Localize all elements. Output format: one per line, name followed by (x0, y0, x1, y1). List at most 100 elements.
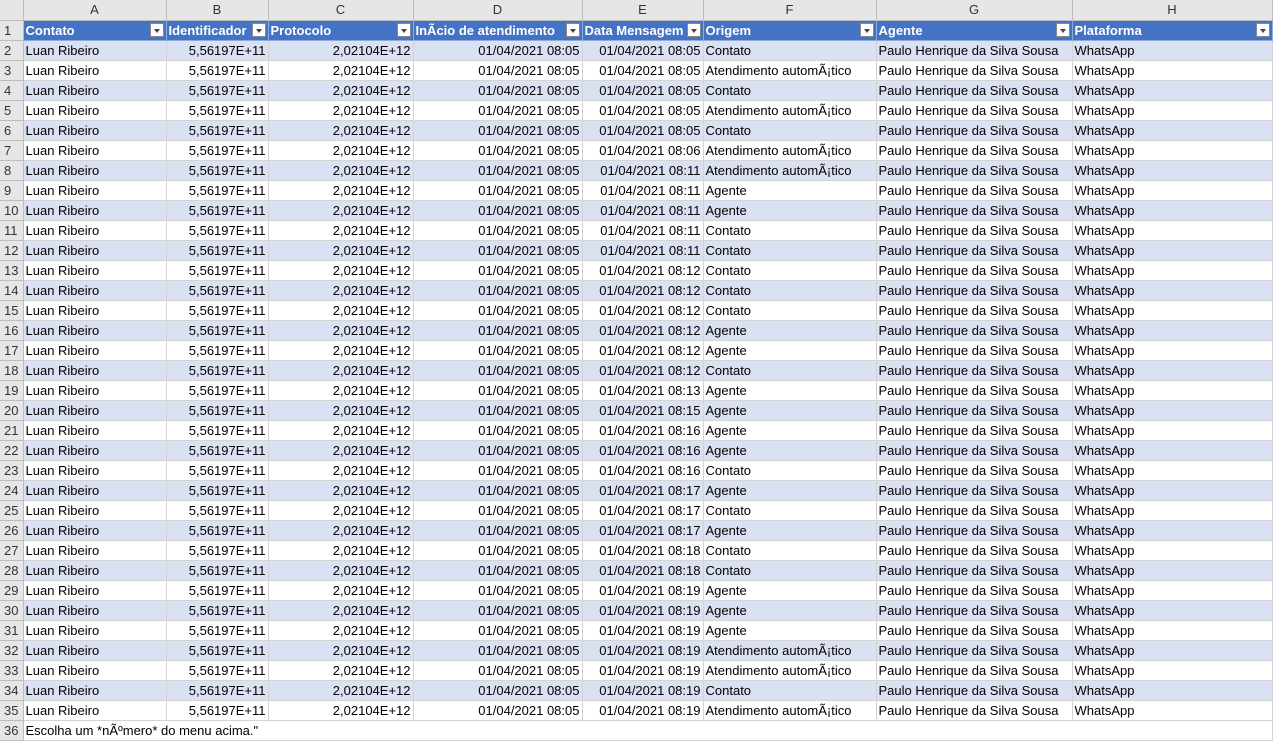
row-number[interactable]: 8 (0, 160, 24, 181)
table-cell[interactable]: 2,02104E+12 (268, 120, 414, 141)
table-cell[interactable]: Luan Ribeiro (23, 100, 167, 121)
table-cell[interactable]: 5,56197E+11 (166, 500, 269, 521)
row-number[interactable]: 21 (0, 420, 24, 441)
row-number[interactable]: 29 (0, 580, 24, 601)
table-cell[interactable]: 01/04/2021 08:05 (413, 160, 583, 181)
table-cell[interactable]: 2,02104E+12 (268, 60, 414, 81)
table-cell[interactable]: 5,56197E+11 (166, 180, 269, 201)
table-cell[interactable]: Contato (703, 300, 877, 321)
table-cell[interactable]: Luan Ribeiro (23, 580, 167, 601)
table-cell[interactable]: 01/04/2021 08:11 (582, 240, 704, 261)
table-cell[interactable]: 2,02104E+12 (268, 280, 414, 301)
table-cell[interactable]: Agente (703, 200, 877, 221)
table-cell[interactable]: 5,56197E+11 (166, 420, 269, 441)
table-cell[interactable]: 5,56197E+11 (166, 580, 269, 601)
filter-dropdown-icon[interactable] (686, 22, 701, 37)
table-cell[interactable]: 01/04/2021 08:05 (413, 520, 583, 541)
table-cell[interactable]: WhatsApp (1072, 600, 1273, 621)
table-cell[interactable]: WhatsApp (1072, 480, 1273, 501)
table-cell[interactable]: 2,02104E+12 (268, 100, 414, 121)
row-number[interactable]: 6 (0, 120, 24, 141)
table-cell[interactable]: WhatsApp (1072, 540, 1273, 561)
table-cell[interactable]: 5,56197E+11 (166, 140, 269, 161)
row-number[interactable]: 17 (0, 340, 24, 361)
table-cell[interactable]: Paulo Henrique da Silva Sousa (876, 260, 1073, 281)
table-cell[interactable]: 01/04/2021 08:06 (582, 140, 704, 161)
table-cell[interactable]: 5,56197E+11 (166, 120, 269, 141)
table-cell[interactable]: Paulo Henrique da Silva Sousa (876, 660, 1073, 681)
row-number[interactable]: 30 (0, 600, 24, 621)
table-cell[interactable]: Paulo Henrique da Silva Sousa (876, 540, 1073, 561)
table-cell[interactable]: 01/04/2021 08:05 (413, 540, 583, 561)
table-cell[interactable]: Atendimento automÃ¡tico (703, 660, 877, 681)
table-cell[interactable]: 01/04/2021 08:12 (582, 360, 704, 381)
table-cell[interactable]: 5,56197E+11 (166, 660, 269, 681)
table-cell[interactable]: WhatsApp (1072, 40, 1273, 61)
table-cell[interactable]: 2,02104E+12 (268, 260, 414, 281)
table-cell[interactable]: 2,02104E+12 (268, 140, 414, 161)
table-cell[interactable]: 01/04/2021 08:19 (582, 600, 704, 621)
column-header-h[interactable]: H (1072, 0, 1273, 21)
table-cell[interactable]: 2,02104E+12 (268, 560, 414, 581)
table-cell[interactable]: 01/04/2021 08:05 (413, 660, 583, 681)
table-cell[interactable]: WhatsApp (1072, 420, 1273, 441)
row-number[interactable]: 24 (0, 480, 24, 501)
column-header-c[interactable]: C (268, 0, 414, 21)
table-cell[interactable]: Luan Ribeiro (23, 300, 167, 321)
table-cell[interactable]: Paulo Henrique da Silva Sousa (876, 300, 1073, 321)
table-cell[interactable]: WhatsApp (1072, 200, 1273, 221)
table-cell[interactable]: Agente (703, 440, 877, 461)
table-cell[interactable]: 2,02104E+12 (268, 660, 414, 681)
table-cell[interactable]: WhatsApp (1072, 400, 1273, 421)
table-cell[interactable]: 01/04/2021 08:19 (582, 580, 704, 601)
table-cell[interactable]: Paulo Henrique da Silva Sousa (876, 140, 1073, 161)
table-cell[interactable]: 01/04/2021 08:05 (413, 300, 583, 321)
table-cell[interactable]: 2,02104E+12 (268, 500, 414, 521)
table-cell[interactable]: WhatsApp (1072, 440, 1273, 461)
table-cell[interactable]: Luan Ribeiro (23, 700, 167, 721)
table-cell[interactable]: 2,02104E+12 (268, 680, 414, 701)
table-cell[interactable]: WhatsApp (1072, 520, 1273, 541)
table-cell[interactable]: 2,02104E+12 (268, 220, 414, 241)
table-cell[interactable]: 2,02104E+12 (268, 320, 414, 341)
spreadsheet[interactable]: A B C D E F G H 1 Contato Identificador … (0, 0, 1274, 741)
table-cell[interactable]: 5,56197E+11 (166, 520, 269, 541)
table-cell[interactable]: Luan Ribeiro (23, 200, 167, 221)
row-number[interactable]: 7 (0, 140, 24, 161)
table-cell[interactable]: 01/04/2021 08:05 (413, 360, 583, 381)
header-cell-identificador[interactable]: Identificador (166, 20, 269, 41)
table-cell[interactable]: WhatsApp (1072, 660, 1273, 681)
table-cell[interactable]: 01/04/2021 08:15 (582, 400, 704, 421)
row-number[interactable]: 18 (0, 360, 24, 381)
table-cell[interactable]: 5,56197E+11 (166, 700, 269, 721)
table-cell[interactable]: 01/04/2021 08:19 (582, 680, 704, 701)
table-cell[interactable]: 2,02104E+12 (268, 360, 414, 381)
column-header-f[interactable]: F (703, 0, 877, 21)
table-cell[interactable]: 01/04/2021 08:11 (582, 200, 704, 221)
filter-dropdown-icon[interactable] (1055, 22, 1070, 37)
table-cell[interactable]: WhatsApp (1072, 180, 1273, 201)
table-cell[interactable]: WhatsApp (1072, 580, 1273, 601)
table-cell[interactable]: 5,56197E+11 (166, 340, 269, 361)
table-cell[interactable]: 2,02104E+12 (268, 420, 414, 441)
table-cell[interactable]: Paulo Henrique da Silva Sousa (876, 440, 1073, 461)
table-cell[interactable]: 01/04/2021 08:13 (582, 380, 704, 401)
select-all-corner[interactable] (0, 0, 24, 21)
table-cell[interactable]: Luan Ribeiro (23, 320, 167, 341)
table-cell[interactable]: Paulo Henrique da Silva Sousa (876, 420, 1073, 441)
table-cell[interactable]: Atendimento automÃ¡tico (703, 140, 877, 161)
table-cell[interactable]: 01/04/2021 08:19 (582, 700, 704, 721)
table-cell[interactable]: 01/04/2021 08:05 (413, 320, 583, 341)
table-cell[interactable]: 5,56197E+11 (166, 300, 269, 321)
table-cell[interactable]: Luan Ribeiro (23, 160, 167, 181)
row-number[interactable]: 16 (0, 320, 24, 341)
column-header-d[interactable]: D (413, 0, 583, 21)
table-cell[interactable]: 01/04/2021 08:05 (413, 580, 583, 601)
header-cell-contato[interactable]: Contato (23, 20, 167, 41)
table-cell[interactable]: Paulo Henrique da Silva Sousa (876, 280, 1073, 301)
table-cell[interactable]: Luan Ribeiro (23, 500, 167, 521)
table-cell[interactable]: Luan Ribeiro (23, 600, 167, 621)
table-cell[interactable]: Agente (703, 520, 877, 541)
table-cell[interactable]: 5,56197E+11 (166, 260, 269, 281)
table-cell[interactable]: 5,56197E+11 (166, 220, 269, 241)
